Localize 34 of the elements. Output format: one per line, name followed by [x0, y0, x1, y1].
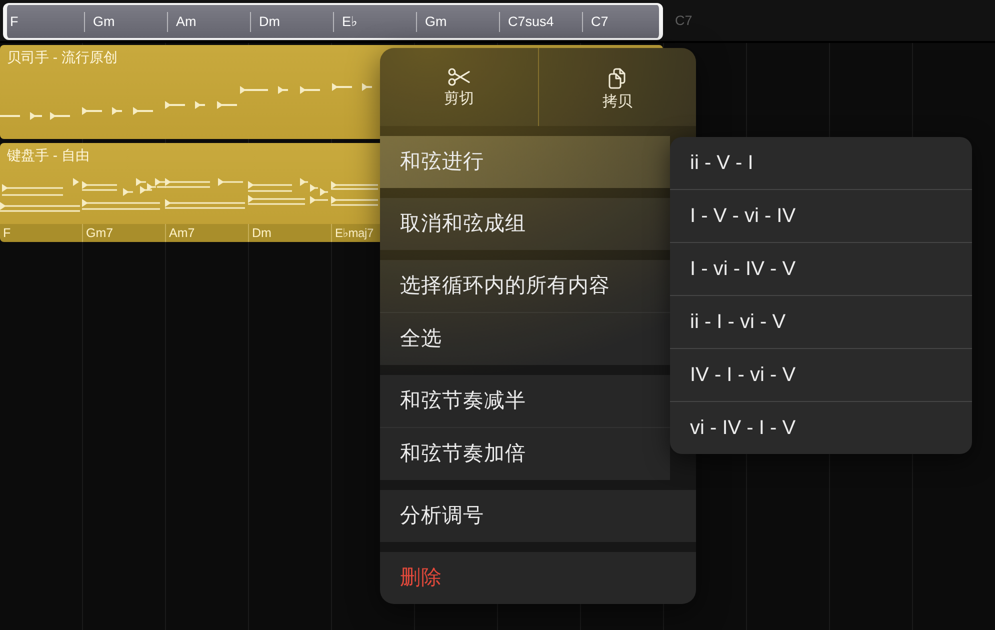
- chord-label: F: [3, 226, 11, 240]
- chord-label: Gm7: [86, 226, 114, 240]
- menu-item[interactable]: 分析调号: [380, 490, 696, 542]
- menu-item[interactable]: 和弦节奏加倍: [380, 428, 670, 480]
- menu-item[interactable]: 删除: [380, 552, 696, 604]
- menu-item[interactable]: 和弦进行: [380, 136, 670, 188]
- selected-chord-region[interactable]: F Gm Am Dm E♭ Gm C7sus4 C7: [3, 3, 663, 40]
- menu-item[interactable]: 和弦节奏减半: [380, 375, 670, 427]
- chord-label: Dm: [259, 14, 280, 28]
- menu-item[interactable]: 全选: [380, 313, 670, 365]
- chord-label: E♭maj7: [335, 226, 374, 240]
- chord-label: Dm: [252, 226, 272, 240]
- chord-label: Am: [176, 14, 196, 28]
- menu-item[interactable]: 选择循环内的所有内容: [380, 260, 670, 312]
- chord-label: F: [10, 14, 18, 28]
- submenu-item[interactable]: ii - V - I: [670, 137, 972, 189]
- scissors-icon: [448, 68, 470, 86]
- chord-label: Gm: [425, 14, 447, 28]
- submenu-item[interactable]: I - V - vi - IV: [670, 190, 972, 242]
- track-title: 键盘手 - 自由: [7, 147, 90, 164]
- copy-icon: [608, 68, 626, 89]
- copy-button[interactable]: 拷贝: [538, 48, 696, 126]
- chord-label: Am7: [169, 226, 195, 240]
- track-title: 贝司手 - 流行原创: [7, 49, 118, 66]
- chord-label: Gm: [93, 14, 115, 28]
- submenu-item[interactable]: I - vi - IV - V: [670, 243, 972, 295]
- menu-item[interactable]: 取消和弦成组: [380, 198, 670, 250]
- submenu-item[interactable]: vi - IV - I - V: [670, 402, 972, 454]
- chord-label: C7: [591, 14, 608, 28]
- cut-button[interactable]: 剪切: [380, 48, 538, 126]
- chord-label: E♭: [342, 14, 358, 28]
- chord-label: C7sus4: [508, 14, 554, 28]
- submenu-item[interactable]: IV - I - vi - V: [670, 349, 972, 401]
- submenu-item[interactable]: ii - I - vi - V: [670, 296, 972, 348]
